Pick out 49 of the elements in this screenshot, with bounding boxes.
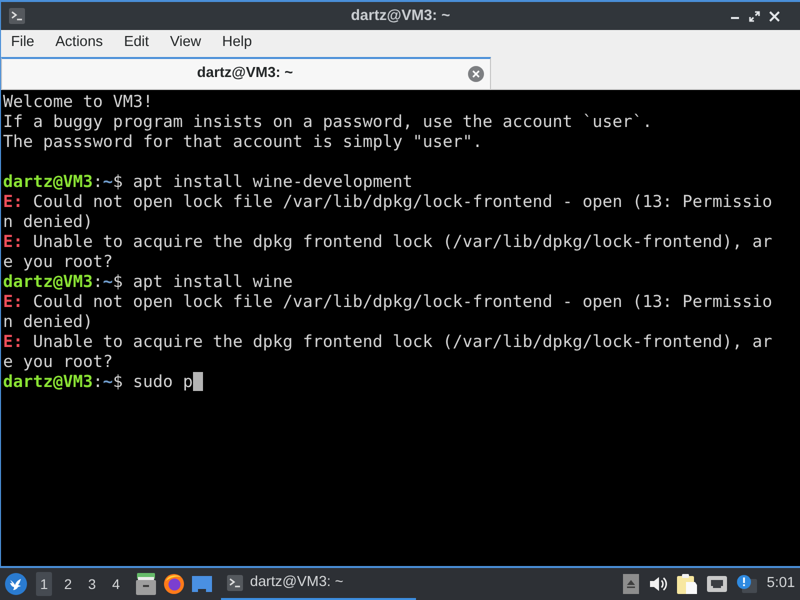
prompt-separator: :: [92, 272, 103, 291]
command-text: apt install wine: [132, 272, 293, 291]
file-cabinet-icon[interactable]: [136, 573, 156, 595]
error-message: E: Could not open lock file /var/lib/dpkg/lock-frontend - open (13: Permission denied): [3, 192, 774, 232]
network-port-icon[interactable]: [706, 576, 727, 592]
command-text: apt install wine-development: [132, 172, 413, 191]
workspace-button[interactable]: 1: [36, 572, 52, 596]
menu-item[interactable]: Help: [212, 31, 262, 55]
window-title: dartz@VM3: ~: [350, 6, 452, 26]
menu-item[interactable]: File: [1, 31, 44, 55]
taskbar-window-button[interactable]: dartz@VM3: ~: [221, 568, 416, 600]
error-message: E: Unable to acquire the dpkg frontend lock (/var/lib/dpkg/lock-frontend), are you root?: [3, 332, 774, 372]
prompt-path: ~: [102, 172, 113, 191]
prompt-user: dartz@VM3: [3, 372, 93, 391]
maximize-icon[interactable]: [749, 10, 760, 22]
prompt-path: ~: [102, 272, 113, 291]
error-message: E: Could not open lock file /var/lib/dpkg/lock-frontend - open (13: Permission denied): [3, 292, 774, 332]
prompt-user: dartz@VM3: [3, 172, 93, 191]
browser-icon[interactable]: [164, 574, 184, 594]
command-text: sudo p: [132, 372, 193, 391]
eject-icon[interactable]: [622, 574, 639, 594]
workspace-button[interactable]: 2: [60, 572, 76, 596]
prompt-path: ~: [102, 372, 113, 391]
menu-item[interactable]: View: [160, 31, 212, 55]
close-icon[interactable]: [769, 10, 780, 22]
clipboard-icon[interactable]: [676, 574, 697, 594]
workspace-button[interactable]: 4: [108, 572, 124, 596]
terminal-tab[interactable]: dartz@VM3: ~: [1, 57, 491, 89]
terminal-icon[interactable]: [9, 8, 25, 24]
output-text: If a buggy program insists on a password, use the account `user`.: [3, 112, 652, 131]
prompt-sign: $: [112, 172, 123, 191]
clock: 5:01: [766, 574, 795, 594]
prompt-user: dartz@VM3: [3, 272, 93, 291]
screen-icon[interactable]: [192, 576, 212, 592]
prompt-sign: $: [112, 272, 123, 291]
prompt-separator: :: [92, 172, 103, 191]
workspace-button[interactable]: 3: [84, 572, 100, 596]
speaker-icon[interactable]: [648, 576, 667, 592]
prompt-separator: :: [92, 372, 103, 391]
error-message: E: Unable to acquire the dpkg frontend lock (/var/lib/dpkg/lock-frontend), are you root?: [3, 232, 774, 272]
prompt-sign: $: [112, 372, 123, 391]
terminal-icon: [227, 575, 243, 591]
tab-close-icon[interactable]: [468, 66, 484, 82]
output-text: The passsword for that account is simply "user".: [3, 132, 483, 151]
bird-logo-icon[interactable]: [5, 573, 27, 595]
notification-icon[interactable]: [736, 575, 757, 593]
menu-item[interactable]: Edit: [114, 31, 159, 55]
output-text: Welcome to VM3!: [3, 92, 153, 111]
menu-item[interactable]: Actions: [45, 31, 113, 55]
